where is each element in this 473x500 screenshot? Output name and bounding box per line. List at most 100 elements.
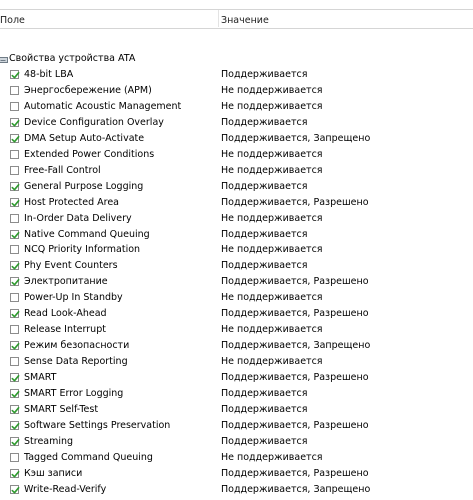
- list-item[interactable]: Phy Event Counters Поддерживается: [0, 258, 473, 274]
- checkbox-empty-icon: [10, 452, 19, 462]
- list-item[interactable]: SMART Error Logging Поддерживается: [0, 386, 473, 402]
- checkbox-checked-icon: [10, 197, 20, 207]
- checkbox-empty-icon: [10, 245, 19, 255]
- checkbox-checked-icon: [10, 70, 20, 79]
- list-item[interactable]: Электропитание Поддерживается, Разрешено: [0, 274, 473, 290]
- feature-name: Extended Power Conditions: [24, 148, 155, 160]
- feature-name: Native Command Queuing: [24, 228, 150, 240]
- list-item[interactable]: General Purpose Logging Поддерживается: [0, 179, 473, 195]
- feature-value: Не поддерживается: [221, 324, 323, 336]
- feature-name: Электропитание: [24, 276, 108, 288]
- feature-name: Release Interrupt: [24, 324, 106, 336]
- list-item[interactable]: Extended Power Conditions Не поддерживает…: [0, 147, 473, 163]
- feature-value: Поддерживается, Запрещено: [221, 340, 371, 352]
- feature-name: Write-Read-Verify: [24, 483, 107, 495]
- checkbox-empty-icon: [10, 357, 19, 367]
- feature-name: General Purpose Logging: [24, 180, 144, 192]
- feature-name: Power-Up In Standby: [24, 292, 123, 304]
- feature-value: Поддерживается: [221, 228, 308, 240]
- feature-name: 48-bit LBA: [24, 69, 74, 80]
- feature-value: Не поддерживается: [221, 84, 323, 96]
- feature-value: Поддерживается: [221, 435, 308, 447]
- list-item[interactable]: Device Configuration Overlay Поддерживает…: [0, 115, 473, 131]
- feature-value: Поддерживается: [221, 116, 308, 128]
- feature-name: Read Look-Ahead: [24, 308, 107, 320]
- group-label: Свойства устройства ATA: [9, 53, 136, 64]
- feature-value: Поддерживается: [221, 388, 308, 400]
- checkbox-checked-icon: [10, 117, 20, 127]
- checkbox-empty-icon: [10, 101, 19, 111]
- feature-value: Не поддерживается: [221, 212, 323, 224]
- feature-value: Не поддерживается: [221, 100, 323, 112]
- checkbox-empty-icon: [10, 213, 19, 223]
- feature-value: Поддерживается: [221, 69, 308, 80]
- feature-value: Поддерживается, Разрешено: [221, 372, 369, 384]
- column-header-field[interactable]: Поле: [0, 15, 25, 27]
- list-item[interactable]: Software Settings Preservation Поддержива…: [0, 418, 473, 434]
- list-item[interactable]: SMART Self-Test Поддерживается: [0, 402, 473, 418]
- checkbox-checked-icon: [10, 389, 20, 399]
- list-item[interactable]: 48-bit LBA Поддерживается: [0, 67, 473, 83]
- feature-value: Не поддерживается: [221, 356, 323, 368]
- list-item[interactable]: Tagged Command Queuing Не поддерживается: [0, 450, 473, 466]
- feature-value: Поддерживается, Разрешено: [221, 196, 369, 208]
- checkbox-checked-icon: [10, 261, 20, 271]
- feature-name: Automatic Acoustic Management: [24, 100, 182, 112]
- checkbox-checked-icon: [10, 420, 20, 430]
- list-item[interactable]: In-Order Data Delivery Не поддерживается: [0, 211, 473, 227]
- feature-list: 48-bit LBA Поддерживается Энергосбережение…: [0, 67, 473, 498]
- feature-value: Поддерживается: [221, 180, 308, 192]
- list-item[interactable]: Release Interrupt Не поддерживается: [0, 322, 473, 338]
- list-item[interactable]: NCQ Priority Information Не поддерживаетс…: [0, 242, 473, 258]
- checkbox-checked-icon: [10, 373, 20, 383]
- feature-value: Поддерживается, Разрешено: [221, 467, 369, 479]
- list-item[interactable]: DMA Setup Auto-Activate Поддерживается, З…: [0, 131, 473, 147]
- feature-value: Поддерживается: [221, 260, 308, 272]
- list-item[interactable]: Free-Fall Control Не поддерживается: [0, 163, 473, 179]
- column-header-value[interactable]: Значение: [221, 15, 269, 27]
- list-item[interactable]: Write-Read-Verify Поддерживается, Запреще…: [0, 482, 473, 498]
- list-item[interactable]: Режим безопасности Поддерживается, Запрещ…: [0, 338, 473, 354]
- list-item[interactable]: Streaming Поддерживается: [0, 434, 473, 450]
- feature-value: Не поддерживается: [221, 292, 323, 304]
- list-item[interactable]: SMART Поддерживается, Разрешено: [0, 370, 473, 386]
- feature-name: Host Protected Area: [24, 196, 119, 208]
- feature-name: SMART Self-Test: [24, 404, 99, 416]
- feature-value: Поддерживается, Запрещено: [221, 132, 371, 144]
- checkbox-checked-icon: [10, 277, 20, 287]
- feature-name: Кэш записи: [24, 467, 83, 479]
- feature-name: Device Configuration Overlay: [24, 116, 164, 128]
- feature-value: Не поддерживается: [221, 148, 323, 160]
- feature-value: Поддерживается, Разрешено: [221, 276, 369, 288]
- checkbox-checked-icon: [10, 309, 20, 319]
- feature-name: In-Order Data Delivery: [24, 212, 132, 224]
- drive-icon: [0, 55, 8, 63]
- feature-name: Free-Fall Control: [24, 164, 101, 176]
- checkbox-checked-icon: [10, 468, 20, 478]
- feature-name: NCQ Priority Information: [24, 244, 141, 256]
- list-item[interactable]: Native Command Queuing Поддерживается: [0, 227, 473, 243]
- feature-name: Software Settings Preservation: [24, 419, 171, 431]
- list-item[interactable]: Кэш записи Поддерживается, Разрешено: [0, 466, 473, 482]
- list-item[interactable]: Sense Data Reporting Не поддерживается: [0, 354, 473, 370]
- checkbox-checked-icon: [10, 341, 20, 351]
- header-divider: [0, 9, 473, 10]
- feature-name: Режим безопасности: [24, 340, 130, 352]
- checkbox-empty-icon: [10, 293, 19, 303]
- feature-name: SMART Error Logging: [24, 388, 124, 400]
- feature-value: Не поддерживается: [221, 164, 323, 176]
- list-item[interactable]: Host Protected Area Поддерживается, Разре…: [0, 195, 473, 211]
- checkbox-checked-icon: [10, 405, 20, 415]
- feature-name: Энергосбережение (APM): [24, 84, 152, 96]
- list-item[interactable]: Power-Up In Standby Не поддерживается: [0, 290, 473, 306]
- checkbox-checked-icon: [10, 484, 20, 494]
- feature-value: Поддерживается, Разрешено: [221, 419, 369, 431]
- column-separator[interactable]: [218, 10, 219, 27]
- feature-value: Поддерживается, Запрещено: [221, 483, 371, 495]
- feature-name: Tagged Command Queuing: [24, 451, 153, 463]
- checkbox-empty-icon: [10, 85, 19, 95]
- list-item[interactable]: Энергосбережение (APM) Не поддерживается: [0, 83, 473, 99]
- list-item[interactable]: Automatic Acoustic Management Не поддержи…: [0, 99, 473, 115]
- feature-value: Поддерживается: [221, 404, 308, 416]
- list-item[interactable]: Read Look-Ahead Поддерживается, Разрешено: [0, 306, 473, 322]
